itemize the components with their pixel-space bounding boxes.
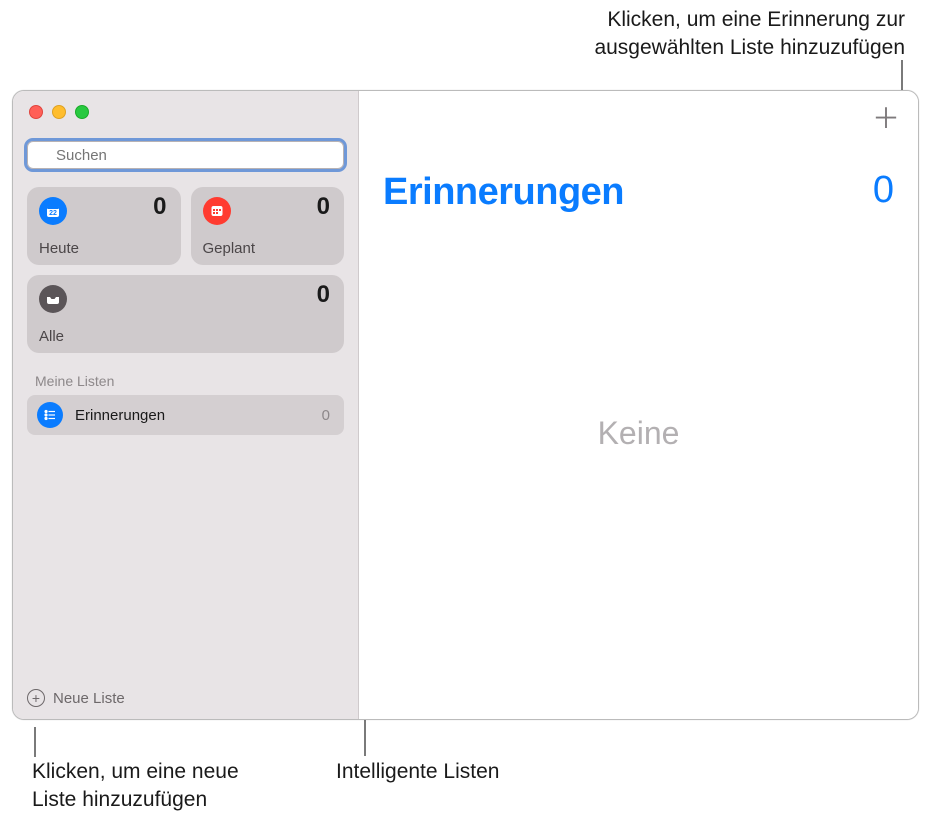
smart-list-today[interactable]: 22 0 Heute xyxy=(27,187,181,265)
svg-text:22: 22 xyxy=(49,210,57,217)
sidebar: 22 0 Heute 0 Ge xyxy=(13,91,359,719)
smart-lists-grid: 22 0 Heute 0 Ge xyxy=(13,169,358,353)
fullscreen-window-button[interactable] xyxy=(75,105,89,119)
callout-new-list: Klicken, um eine neue Liste hinzuzufügen xyxy=(32,758,239,815)
list-total-count: 0 xyxy=(873,169,894,212)
callout-smart-lists: Intelligente Listen xyxy=(336,758,499,786)
callout-text: Klicken, um eine neue xyxy=(32,760,239,783)
callout-leader-line xyxy=(34,727,36,757)
smart-list-count: 0 xyxy=(317,193,330,221)
smart-list-scheduled[interactable]: 0 Geplant xyxy=(191,187,345,265)
smart-list-label: Heute xyxy=(39,240,79,257)
sidebar-list-erinnerungen[interactable]: Erinnerungen 0 xyxy=(27,395,344,435)
sidebar-section-header: Meine Listen xyxy=(13,353,358,395)
empty-state-text: Keine xyxy=(359,415,918,452)
plus-icon: ＋ xyxy=(872,103,900,134)
smart-list-all[interactable]: 0 Alle xyxy=(27,275,344,353)
calendar-today-icon: 22 xyxy=(39,197,67,225)
plus-circle-icon: + xyxy=(27,689,45,707)
smart-list-label: Geplant xyxy=(203,240,256,257)
close-window-button[interactable] xyxy=(29,105,43,119)
list-name: Erinnerungen xyxy=(75,407,310,424)
inbox-icon xyxy=(39,285,67,313)
minimize-window-button[interactable] xyxy=(52,105,66,119)
list-title: Erinnerungen xyxy=(383,171,624,214)
add-list-label: Neue Liste xyxy=(53,690,125,707)
callout-text: Klicken, um eine Erinnerung zur xyxy=(594,6,905,34)
calendar-icon xyxy=(203,197,231,225)
list-count: 0 xyxy=(322,407,330,424)
add-list-button[interactable]: + Neue Liste xyxy=(13,679,358,719)
callout-add-reminder: Klicken, um eine Erinnerung zur ausgewäh… xyxy=(594,6,905,63)
window-controls xyxy=(13,91,358,119)
add-reminder-button[interactable]: ＋ xyxy=(872,105,900,133)
smart-list-label: Alle xyxy=(39,328,64,345)
list-bullet-icon xyxy=(37,402,63,428)
search-input[interactable] xyxy=(27,141,344,169)
callout-text: ausgewählten Liste hinzuzufügen xyxy=(594,34,905,62)
smart-list-count: 0 xyxy=(153,193,166,221)
search-field-container xyxy=(27,141,344,169)
app-window: 22 0 Heute 0 Ge xyxy=(12,90,919,720)
callout-text: Liste hinzuzufügen xyxy=(32,788,207,811)
main-panel: ＋ Erinnerungen 0 Keine xyxy=(359,91,918,719)
smart-list-count: 0 xyxy=(317,281,330,309)
